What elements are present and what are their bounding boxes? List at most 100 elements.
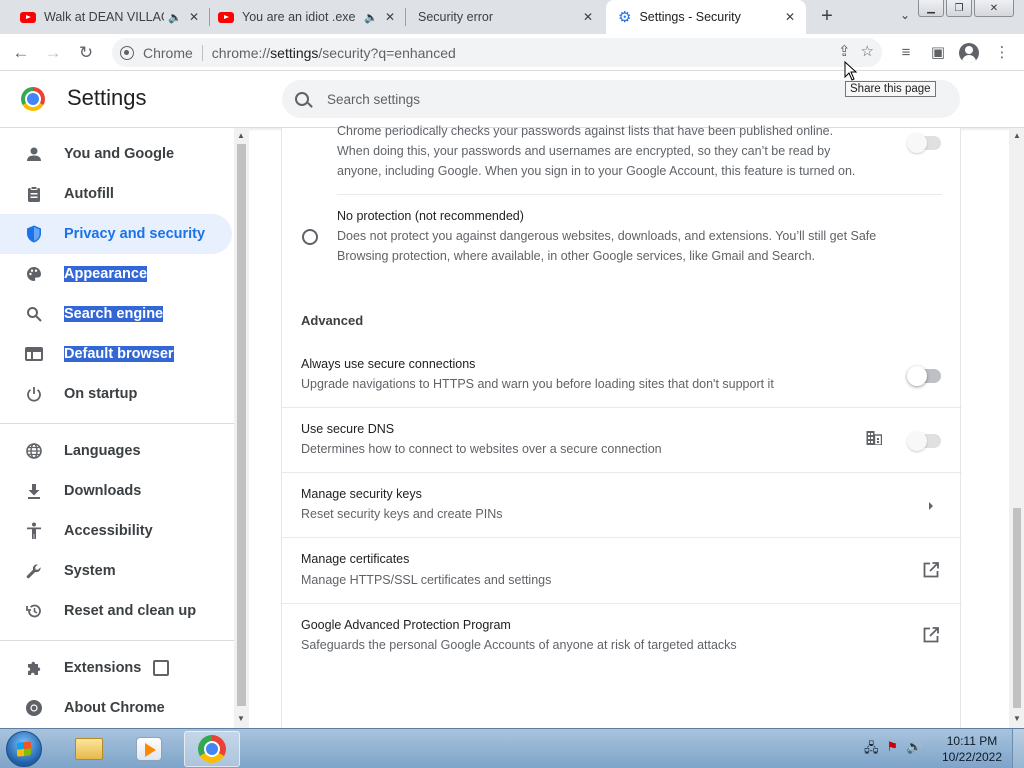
sidebar-divider <box>0 640 234 641</box>
password-check-desc-2: When doing this, your passwords and user… <box>337 144 831 158</box>
more-menu-icon[interactable]: ⋮ <box>992 43 1012 63</box>
external-link-icon[interactable] <box>922 562 940 580</box>
browser-icon <box>24 344 44 364</box>
password-check-toggle[interactable] <box>907 133 941 153</box>
tab-title: Walk at DEAN VILLAGE <box>44 10 164 24</box>
sidebar-item-default-browser[interactable]: Default browser <box>0 334 232 374</box>
url-host: settings <box>270 44 319 61</box>
side-panel-icon[interactable]: ▣ <box>928 43 948 63</box>
taskbar-media-player[interactable] <box>121 731 177 767</box>
secure-connections-toggle[interactable] <box>907 366 941 386</box>
omnibox-actions: ⇪ ☆ <box>838 42 874 60</box>
close-window-button[interactable]: ✕ <box>974 0 1014 17</box>
advanced-heading: Advanced <box>301 313 364 328</box>
certificates-title: Manage certificates <box>301 552 410 566</box>
sidebar-item-accessibility[interactable]: Accessibility <box>0 511 232 551</box>
chevron-right-icon[interactable] <box>924 498 938 512</box>
secure-dns-desc: Determines how to connect to websites ov… <box>301 442 662 456</box>
sidebar-item-system[interactable]: System <box>0 551 232 591</box>
sidebar-item-search-engine[interactable]: Search engine <box>0 294 232 334</box>
action-center-icon[interactable]: ⚑ <box>887 739 899 761</box>
no-protection-title: No protection (not recommended) <box>337 209 524 223</box>
reload-icon[interactable]: ↻ <box>75 42 97 64</box>
address-bar[interactable]: Chrome chrome://settings/security?q=enha… <box>112 38 882 67</box>
sidebar-item-you-and-google[interactable]: You and Google <box>0 134 232 174</box>
sidebar-item-label: You and Google <box>64 146 175 162</box>
bookmark-star-icon[interactable]: ☆ <box>861 42 874 60</box>
close-icon[interactable]: ✕ <box>580 9 596 25</box>
password-check-desc-3: anyone, including Google. When you sign … <box>337 164 856 178</box>
taskbar-chrome[interactable] <box>184 731 240 767</box>
reading-list-icon[interactable]: ≡ <box>896 43 916 63</box>
no-protection-radio[interactable] <box>302 229 318 245</box>
sidebar-item-downloads[interactable]: Downloads <box>0 471 232 511</box>
sidebar-scrollbar-thumb[interactable] <box>237 144 246 706</box>
divider <box>282 472 962 473</box>
tab-walk-dean-village[interactable]: Walk at DEAN VILLAGE 🔈 ✕ <box>14 0 210 34</box>
volume-icon[interactable]: 🔊 <box>906 739 922 761</box>
sidebar-item-label: Accessibility <box>64 523 153 539</box>
youtube-icon <box>20 11 36 23</box>
new-tab-button[interactable]: + <box>816 6 838 28</box>
sidebar-item-label: Languages <box>64 443 141 459</box>
profile-avatar[interactable] <box>959 43 979 63</box>
external-link-icon[interactable] <box>922 627 940 645</box>
palette-icon <box>24 264 44 284</box>
sidebar-item-label: Extensions <box>64 659 142 676</box>
scroll-up-icon[interactable]: ▲ <box>1013 131 1021 140</box>
advanced-protection-desc: Safeguards the personal Google Accounts … <box>301 638 737 652</box>
external-link-icon <box>153 660 170 677</box>
secure-dns-toggle[interactable] <box>907 431 941 451</box>
scroll-down-icon[interactable]: ▼ <box>1013 714 1021 723</box>
chrome-site-icon[interactable] <box>120 45 134 60</box>
sidebar-scrollbar[interactable]: ▲ ▼ <box>234 128 249 728</box>
tab-security-error[interactable]: Security error ✕ <box>406 0 604 34</box>
sidebar-item-privacy-and-security[interactable]: Privacy and security <box>0 214 232 254</box>
scroll-up-icon[interactable]: ▲ <box>237 131 245 140</box>
share-icon[interactable]: ⇪ <box>838 42 851 60</box>
forward-icon[interactable]: → <box>42 42 64 64</box>
main-scrollbar-thumb[interactable] <box>1013 508 1021 708</box>
sidebar-item-label: System <box>64 563 116 579</box>
sidebar-item-label: Privacy and security <box>64 226 206 242</box>
sidebar-item-about-chrome[interactable]: About Chrome <box>0 688 232 728</box>
back-icon[interactable]: ← <box>10 42 32 64</box>
sidebar-item-reset-and-clean-up[interactable]: Reset and clean up <box>0 591 232 631</box>
tab-settings-security[interactable]: ⚙ Settings - Security ✕ <box>606 0 806 34</box>
start-button[interactable] <box>6 731 42 767</box>
sidebar-item-label-wrap: Extensions <box>64 659 170 677</box>
clock[interactable]: 10:11 PM 10/22/2022 <box>940 733 1004 765</box>
certificates-desc: Manage HTTPS/SSL certificates and settin… <box>301 573 552 587</box>
gear-icon: ⚙ <box>618 9 632 26</box>
scroll-down-icon[interactable]: ▼ <box>237 714 245 723</box>
taskbar-explorer[interactable] <box>61 731 117 767</box>
search-input[interactable] <box>327 91 727 107</box>
close-icon[interactable]: ✕ <box>782 9 798 25</box>
sidebar-item-autofill[interactable]: Autofill <box>0 174 232 214</box>
tab-you-are-an-idiot[interactable]: You are an idiot .exe 🔈 ✕ <box>210 0 406 34</box>
sidebar-item-on-startup[interactable]: On startup <box>0 374 232 414</box>
omnibox-chip: Chrome <box>143 44 193 61</box>
password-check-desc-1: Chrome periodically checks your password… <box>337 124 834 138</box>
sidebar-item-languages[interactable]: Languages <box>0 431 232 471</box>
secure-dns-title: Use secure DNS <box>301 422 395 436</box>
url-path: /security?q=enhanced <box>318 44 456 61</box>
main-scrollbar[interactable]: ▲ ▼ <box>1009 128 1024 728</box>
speaker-icon[interactable]: 🔈 <box>364 11 378 24</box>
close-icon[interactable]: ✕ <box>382 9 398 25</box>
sidebar: You and Google Autofill Privacy and secu… <box>0 128 234 728</box>
close-icon[interactable]: ✕ <box>186 9 202 25</box>
tab-search-icon[interactable]: ⌄ <box>896 8 914 26</box>
sidebar-item-extensions[interactable]: Extensions <box>0 648 232 688</box>
divider <box>282 603 962 604</box>
omnibox-url[interactable]: chrome://settings/security?q=enhanced <box>212 45 456 61</box>
security-settings-card: Chrome periodically checks your password… <box>281 124 962 728</box>
show-desktop-button[interactable] <box>1012 729 1024 768</box>
speaker-icon[interactable]: 🔈 <box>168 11 182 24</box>
sidebar-item-appearance[interactable]: Appearance <box>0 254 232 294</box>
restore-button[interactable]: ❐ <box>946 0 972 17</box>
omnibox-divider <box>201 44 203 61</box>
minimize-button[interactable]: ▁ <box>918 0 944 17</box>
globe-icon <box>24 441 44 461</box>
network-icon[interactable]: 🖧 <box>864 739 879 761</box>
